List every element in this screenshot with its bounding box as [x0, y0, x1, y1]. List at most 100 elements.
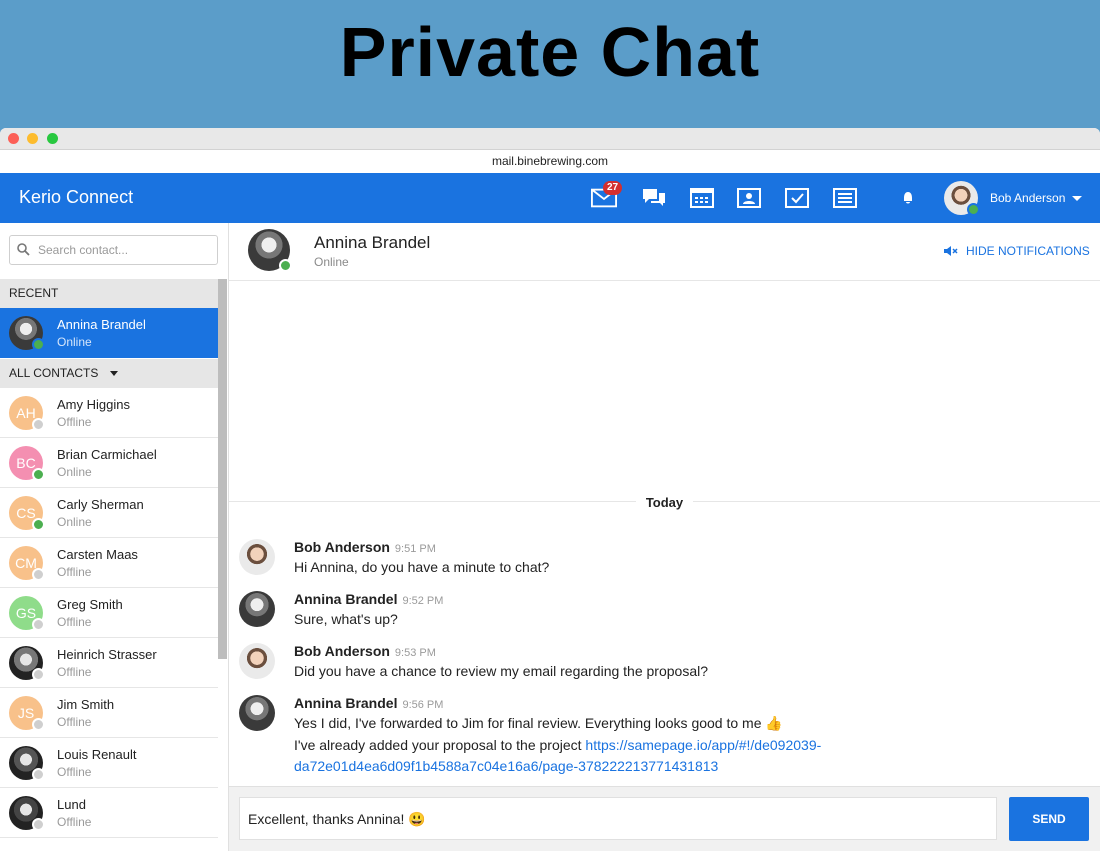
- offline-status-dot: [32, 618, 45, 631]
- banner-title: Private Chat: [339, 13, 761, 91]
- avatar: [9, 746, 45, 781]
- message-time: 9:51 PM: [394, 543, 436, 555]
- message-text: da72e01d4ea6d09f1b4588a7c04e16a6/page-37…: [294, 758, 718, 774]
- message-composer: SEND: [229, 786, 1100, 851]
- avatar: [9, 316, 45, 351]
- contact-name: Lund: [57, 797, 86, 812]
- avatar-initials: BC: [16, 455, 36, 471]
- search-input[interactable]: [36, 236, 216, 264]
- contact-name: Louis Renault: [57, 747, 137, 762]
- online-status-dot: [32, 338, 45, 351]
- message-author: Bob Anderson: [294, 643, 390, 659]
- contact-item[interactable]: CM Carsten Maas Offline: [0, 538, 218, 588]
- contacts-sidebar: RECENT Annina Brandel Online ALL CONTACT…: [0, 223, 229, 851]
- close-window-button[interactable]: [8, 133, 19, 144]
- chat-icon[interactable]: [641, 186, 667, 210]
- contact-status: Offline: [57, 715, 92, 729]
- offline-status-dot: [32, 768, 45, 781]
- all-contacts-header[interactable]: ALL CONTACTS: [0, 359, 218, 388]
- contact-item[interactable]: AH Amy Higgins Offline: [0, 388, 218, 438]
- search-icon: [17, 243, 30, 256]
- mail-badge: 27: [603, 181, 623, 195]
- contact-item-annina-brandel[interactable]: Annina Brandel Online: [0, 308, 218, 358]
- contact-status: Online: [57, 465, 92, 479]
- bell-icon[interactable]: [895, 186, 921, 210]
- project-link-continued[interactable]: da72e01d4ea6d09f1b4588a7c04e16a6/page-37…: [294, 758, 718, 774]
- address-bar[interactable]: mail.binebrewing.com: [0, 150, 1100, 174]
- avatar-initials: CS: [16, 505, 36, 521]
- user-online-dot: [967, 203, 980, 216]
- window-titlebar: [0, 128, 1100, 150]
- contact-item[interactable]: GS Greg Smith Offline: [0, 588, 218, 638]
- hide-notifications-label: HIDE NOTIFICATIONS: [966, 244, 1090, 258]
- contact-item[interactable]: Louis Renault Offline: [0, 738, 218, 788]
- offline-status-dot: [32, 718, 45, 731]
- avatar: JS: [9, 696, 45, 731]
- zoom-window-button[interactable]: [47, 133, 58, 144]
- contact-item[interactable]: CS Carly Sherman Online: [0, 488, 218, 538]
- avatar-initials: GS: [15, 605, 37, 621]
- minimize-window-button[interactable]: [27, 133, 38, 144]
- contact-name: Carly Sherman: [57, 497, 144, 512]
- avatar: GS: [9, 596, 45, 631]
- contact-status: Offline: [57, 665, 92, 679]
- message-text-prefix: I've already added your proposal to the …: [294, 737, 586, 753]
- chat-contact-name: Annina Brandel: [314, 233, 431, 252]
- offline-status-dot: [32, 418, 45, 431]
- hide-notifications-button[interactable]: HIDE NOTIFICATIONS: [943, 244, 1090, 258]
- contact-item[interactable]: Lund Offline: [0, 788, 218, 838]
- contact-status: Offline: [57, 815, 92, 829]
- contact-name: Annina Brandel: [57, 317, 146, 332]
- avatar: AH: [9, 396, 45, 431]
- message-input[interactable]: [246, 798, 990, 841]
- chat-contact-avatar: [248, 229, 292, 272]
- day-label: Today: [229, 495, 1100, 510]
- online-status-dot: [279, 259, 292, 272]
- online-status-dot: [32, 518, 45, 531]
- all-contacts-label: ALL CONTACTS: [9, 366, 99, 380]
- message-text: I've already added your proposal to the …: [294, 737, 821, 753]
- message-time: 9:52 PM: [402, 595, 444, 607]
- compose-box: [239, 797, 997, 841]
- message-header: Annina Brandel 9:56 PM: [294, 695, 443, 711]
- avatar: [9, 646, 45, 681]
- contact-status: Offline: [57, 765, 92, 779]
- chevron-down-icon: [1072, 195, 1083, 201]
- recent-label: RECENT: [9, 286, 59, 300]
- project-link[interactable]: https://samepage.io/app/#!/de092039-: [585, 737, 821, 753]
- message-time: 9:53 PM: [394, 647, 436, 659]
- message-text: Yes I did, I've forwarded to Jim for fin…: [294, 715, 783, 731]
- contact-name: Greg Smith: [57, 597, 123, 612]
- mute-icon: [944, 246, 958, 256]
- contact-status: Offline: [57, 615, 92, 629]
- contacts-icon[interactable]: [736, 186, 762, 210]
- chat-header: Annina Brandel Online HIDE NOTIFICATIONS: [229, 223, 1100, 281]
- message-author: Annina Brandel: [294, 591, 398, 607]
- app-brand[interactable]: Kerio Connect: [19, 187, 133, 208]
- send-button[interactable]: SEND: [1009, 797, 1089, 841]
- message-avatar: [239, 695, 275, 731]
- sidebar-scrollbar[interactable]: [218, 279, 227, 659]
- message-avatar: [239, 643, 275, 679]
- app-header: Kerio Connect 27 Bob Anderson: [0, 173, 1100, 223]
- avatar-initials: AH: [16, 405, 36, 421]
- notes-icon[interactable]: [832, 186, 858, 210]
- user-menu[interactable]: Bob Anderson: [944, 180, 1083, 216]
- avatar: CM: [9, 546, 45, 581]
- contact-name: Brian Carmichael: [57, 447, 157, 462]
- message-author: Bob Anderson: [294, 539, 390, 555]
- message-time: 9:56 PM: [402, 699, 444, 711]
- avatar-initials: JS: [17, 705, 35, 721]
- message-text: Sure, what's up?: [294, 611, 398, 627]
- contact-item[interactable]: Heinrich Strasser Offline: [0, 638, 218, 688]
- offline-status-dot: [32, 568, 45, 581]
- tasks-icon[interactable]: [784, 186, 810, 210]
- contact-item[interactable]: JS Jim Smith Offline: [0, 688, 218, 738]
- message-author: Annina Brandel: [294, 695, 398, 711]
- offline-status-dot: [32, 818, 45, 831]
- user-avatar: [944, 181, 980, 216]
- calendar-icon[interactable]: [689, 186, 715, 210]
- contact-name: Carsten Maas: [57, 547, 138, 562]
- contact-status: Online: [57, 335, 92, 349]
- contact-item[interactable]: BC Brian Carmichael Online: [0, 438, 218, 488]
